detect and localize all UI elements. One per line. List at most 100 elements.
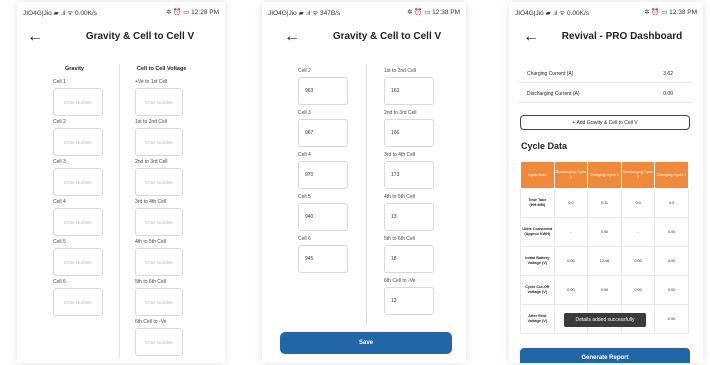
status-right: ✲ ⏰ ▭ 12:28 PM: [166, 9, 219, 16]
table-cell: 0.00: [654, 275, 689, 305]
discharging-current-row: Discharging Current (A) 0.00: [519, 84, 693, 103]
voltage-cell-input[interactable]: 13: [384, 203, 434, 231]
voltage-cell-label: 3rd to 4th Cell: [384, 152, 416, 158]
column-divider: [366, 64, 367, 326]
gravity-cell-label: Cell 2: [298, 68, 311, 74]
voltage-cell-label: 3rd to 4th Cell: [135, 199, 167, 205]
table-cell: -: [620, 217, 656, 247]
gravity-cell-input[interactable]: Enter Number: [53, 288, 103, 316]
gravity-cell-input[interactable]: Enter Number: [53, 128, 103, 156]
voltage-cell-input[interactable]: Enter Number: [135, 328, 183, 356]
back-arrow-icon[interactable]: ←: [27, 28, 43, 46]
voltage-cell-input[interactable]: Enter Number: [135, 88, 183, 116]
voltage-cell-input[interactable]: 166: [384, 119, 434, 147]
app-bar: ← Gravity & Cell to Cell V: [17, 24, 225, 52]
screen-gravity-form-empty: JIO4G|Jio ▰ .ıl ᯤ 0.00K/s ✲ ⏰ ▭ 12:28 PM…: [17, 2, 225, 363]
voltage-cell-input[interactable]: Enter Number: [135, 288, 183, 316]
table-cell: 0.00: [654, 304, 689, 334]
add-gravity-button[interactable]: + Add Gravity & Cell to Cell V: [520, 115, 690, 130]
row-header-cell: Time Take (HH:MM): [520, 188, 555, 218]
back-arrow-icon[interactable]: ←: [284, 28, 300, 46]
gravity-cell-input[interactable]: 970: [298, 161, 348, 189]
gravity-cell-input[interactable]: 963: [298, 77, 348, 105]
charging-current-value: 3.62: [663, 71, 673, 77]
gravity-cell-label: Cell 5: [53, 239, 66, 245]
table-cell: 0.00: [587, 275, 622, 305]
page-title: Gravity & Cell to Cell V: [85, 31, 195, 42]
cycle-data-table: Cycle Data Discharging Cycle 1 Charging Cy…: [520, 161, 689, 334]
gravity-cell-label: Cell 6: [298, 236, 311, 242]
status-bar: JIO4G|Jio ▰ .ıl ᯤ 0.00K/s ✲ ⏰ ▭ 12:28 PM: [17, 2, 225, 20]
table-cell: -: [553, 217, 589, 247]
table-cell: 0.00: [553, 246, 589, 276]
table-row: Initial Battery Voltage (V) 0.00 12.46 0.00…: [520, 246, 689, 276]
status-right: ✲ ⏰ ▭ 12:38 PM: [644, 9, 697, 16]
gravity-cell-label: Cell 5: [298, 194, 311, 200]
page-title: Gravity & Cell to Cell V: [332, 31, 442, 42]
status-right: ✲ ⏰ ▭ 12:38 PM: [407, 9, 460, 16]
row-header-cell: Initial Battery Voltage (V): [520, 246, 555, 276]
charging-current-label: Charging Current (A): [527, 71, 574, 77]
gravity-cell-input[interactable]: Enter Number: [53, 88, 103, 116]
voltage-cell-input[interactable]: 173: [384, 161, 434, 189]
voltage-cell-input[interactable]: Enter Number: [135, 208, 183, 236]
gravity-cell-input[interactable]: Enter Number: [53, 168, 103, 196]
table-header-cell: Charging Cycle 2: [654, 161, 689, 189]
gravity-cell-input[interactable]: 967: [298, 119, 348, 147]
table-cell: 0.00: [553, 275, 589, 305]
voltage-cell-label: 1st to 2nd Cell: [135, 119, 167, 125]
table-cell: 12.46: [587, 246, 622, 276]
row-header-cell: After Rest Voltage (V): [520, 304, 555, 334]
gravity-cell-label: Cell 4: [298, 152, 311, 158]
back-arrow-icon[interactable]: ←: [523, 28, 539, 46]
gravity-cell-input[interactable]: 945: [298, 245, 348, 273]
save-button[interactable]: Save: [280, 332, 452, 354]
voltage-cell-label: 5th to 6th Cell: [135, 279, 166, 285]
voltage-cell-input[interactable]: Enter Number: [135, 248, 183, 276]
table-cell: 0:11: [587, 188, 622, 218]
table-cell: 0:0: [620, 188, 656, 218]
voltage-cell-input[interactable]: Enter Number: [135, 168, 183, 196]
voltage-cell-input[interactable]: 13: [384, 287, 434, 315]
gravity-cell-label: Cell 2: [53, 119, 66, 125]
table-header-cell: Discharging Cycle 2: [620, 161, 656, 189]
page-title: Revival - PRO Dashboard: [561, 31, 683, 42]
voltage-cell-input[interactable]: Enter Number: [135, 128, 183, 156]
gravity-cell-input[interactable]: 940: [298, 203, 348, 231]
voltage-cell-label: 2nd to 3rd Cell: [135, 159, 168, 165]
table-cell: 0.00: [587, 217, 622, 247]
gravity-cell-input[interactable]: Enter Number: [53, 248, 103, 276]
gravity-cell-label: Cell 4: [53, 199, 66, 205]
app-bar: ← Revival - PRO Dashboard: [509, 24, 703, 52]
status-bar: JIO4G|Jio ▰ .ıl ᯤ 347B/s ✲ ⏰ ▭ 12:38 PM: [262, 2, 466, 20]
voltage-cell-label: 4th to 5th Cell: [135, 239, 166, 245]
discharging-current-label: Discharging Current (A): [527, 91, 580, 97]
table-cell: 0.00: [620, 246, 656, 276]
voltage-cell-label: 6th Cell to -Ve: [135, 319, 167, 325]
screen-gravity-form-filled: JIO4G|Jio ▰ .ıl ᯤ 347B/s ✲ ⏰ ▭ 12:38 PM …: [262, 2, 466, 363]
table-cell: 0.00: [654, 217, 689, 247]
voltage-cell-label: +Ve to 1st Cell: [135, 79, 168, 85]
gravity-column-header: Gravity: [65, 66, 84, 72]
table-cell: 0.00: [620, 275, 656, 305]
generate-report-button[interactable]: Generate Report: [520, 348, 690, 363]
table-cell: 0:0: [553, 188, 589, 218]
table-cell: 0.00: [654, 246, 689, 276]
voltage-cell-label: 5th to 6th Cell: [384, 236, 415, 242]
column-divider: [119, 64, 120, 359]
gravity-cell-label: Cell 1: [53, 79, 66, 85]
voltage-cell-label: 1st to 2nd Cell: [384, 68, 416, 74]
table-header-cell: Cycle Data: [520, 161, 555, 189]
table-row: Cycle Cut-Off Voltage (V) 0.00 0.00 0.00 0.0…: [520, 275, 689, 305]
gravity-cell-input[interactable]: Enter Number: [53, 208, 103, 236]
table-row: Units Consumed (Approx KWH) -0.00-0.00: [520, 217, 689, 247]
table-header-cell: Charging Cycle 1: [587, 161, 622, 189]
status-left: JIO4G|Jio ▰ .ıl ᯤ 347B/s: [268, 10, 341, 17]
gravity-cell-label: Cell 3: [53, 159, 66, 165]
voltage-cell-input[interactable]: 163: [384, 77, 434, 105]
voltage-cell-label: 6th Cell to -Ve: [384, 278, 416, 284]
voltage-cell-label: 4th to 5th Cell: [384, 194, 415, 200]
voltage-cell-input[interactable]: 18: [384, 245, 434, 273]
voltage-column-header: Cell to Cell Voltage: [137, 66, 187, 72]
success-toast: Details added successfully: [564, 313, 646, 327]
